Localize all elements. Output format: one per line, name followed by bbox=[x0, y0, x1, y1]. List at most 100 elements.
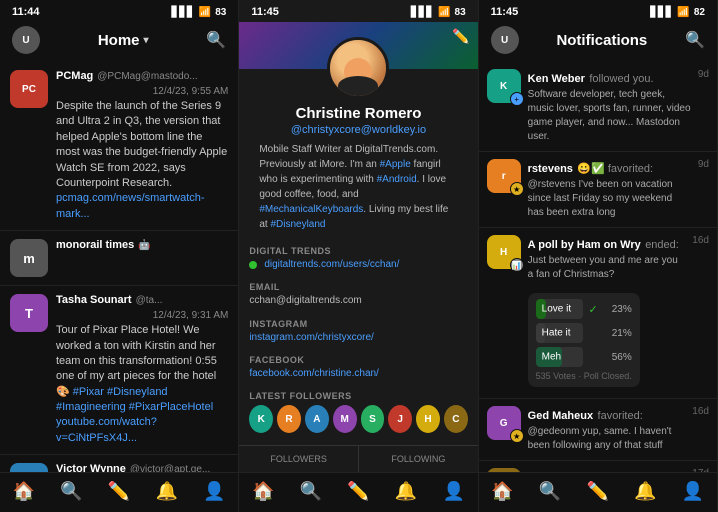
notif-avatar-ken[interactable]: K + bbox=[487, 69, 521, 103]
time-home: 11:44 bbox=[12, 6, 40, 18]
mention[interactable]: #Apple bbox=[380, 159, 411, 170]
feed-meta: monorail times 🤖 bbox=[56, 239, 228, 251]
follower-avatar[interactable]: A bbox=[305, 405, 329, 433]
profile-stats: FOLLOWERS FOLLOWING bbox=[239, 445, 477, 472]
followers-stat[interactable]: FOLLOWERS bbox=[239, 446, 358, 472]
poll-pct: 23% bbox=[604, 304, 632, 315]
avatar-tasha[interactable]: T bbox=[10, 294, 48, 332]
hashtag[interactable]: #Disneyland bbox=[270, 219, 325, 230]
poll-option-label: Love it bbox=[542, 304, 571, 315]
digital-trends-link[interactable]: digitaltrends.com/users/cchan/ bbox=[249, 259, 467, 270]
follower-avatar[interactable]: R bbox=[277, 405, 301, 433]
poll-badge-icon: 📊 bbox=[510, 258, 524, 272]
nav-search-icon[interactable]: 🔍 bbox=[60, 481, 82, 502]
notif-time: 16d bbox=[692, 406, 709, 417]
profile-handle: @christyxcore@worldkey.io bbox=[251, 124, 465, 136]
check-icon: ✓ bbox=[589, 303, 598, 316]
nav-compose-icon[interactable]: ✏️ bbox=[108, 481, 130, 502]
nav-profile-icon[interactable]: 👤 bbox=[203, 481, 225, 502]
nav-compose-icon[interactable]: ✏️ bbox=[587, 481, 609, 502]
notif-detail: Just between you and me are you a fan of… bbox=[528, 254, 686, 282]
notif-name: A poll by Ham on Wry bbox=[528, 239, 641, 251]
following-stat[interactable]: FOLLOWING bbox=[359, 446, 478, 472]
notif-avatar-joe1[interactable]: J ★ bbox=[487, 468, 521, 472]
nav-home-icon[interactable]: 🏠 bbox=[252, 481, 274, 502]
avatar-victor[interactable]: V bbox=[10, 463, 48, 472]
no-check-icon: ✓ bbox=[589, 327, 598, 340]
nav-home-icon[interactable]: 🏠 bbox=[491, 481, 513, 502]
notif-avatar-ham[interactable]: H 📊 bbox=[487, 235, 521, 269]
search-icon[interactable]: 🔍 bbox=[685, 30, 705, 50]
follower-avatar[interactable]: H bbox=[416, 405, 440, 433]
notif-item: K + Ken Weber followed you. Software dev… bbox=[479, 62, 717, 152]
nav-search-icon[interactable]: 🔍 bbox=[300, 481, 322, 502]
poll-option-label: Hate it bbox=[542, 328, 571, 339]
follower-avatars: K R A M S J H C bbox=[249, 405, 467, 433]
signal-icon: ▋▋▋ bbox=[411, 7, 434, 18]
user-avatar-home[interactable]: U bbox=[12, 26, 40, 54]
home-title: Home bbox=[98, 32, 140, 49]
follower-avatar[interactable]: C bbox=[444, 405, 468, 433]
notif-header: Ken Weber followed you. bbox=[528, 69, 691, 87]
notif-name: Ged Maheux bbox=[528, 410, 593, 422]
avatar-monorail[interactable]: m bbox=[10, 239, 48, 277]
notif-action: ended: bbox=[645, 239, 679, 251]
poll-pct: 21% bbox=[604, 328, 632, 339]
notif-header: Ged Maheux favorited: bbox=[528, 406, 686, 424]
status-icons-profile: ▋▋▋ 📶 83 bbox=[411, 7, 466, 18]
feed-link[interactable]: youtube.com/watch?v=CiNtPFsX4J... bbox=[56, 416, 157, 443]
nav-search-icon[interactable]: 🔍 bbox=[539, 481, 561, 502]
nav-notifications-icon[interactable]: 🔔 bbox=[156, 481, 178, 502]
feed-scroll: PC PCMag @PCMag@mastodo... 12/4/23, 9:55… bbox=[0, 62, 238, 472]
avatar-pcmag[interactable]: PC bbox=[10, 70, 48, 108]
nav-profile-icon[interactable]: 👤 bbox=[682, 481, 704, 502]
notif-avatar-ged[interactable]: G ★ bbox=[487, 406, 521, 440]
nav-notifications-icon[interactable]: 🔔 bbox=[634, 481, 656, 502]
home-title-wrap[interactable]: Home ▾ bbox=[98, 32, 149, 49]
follower-avatar[interactable]: S bbox=[361, 405, 385, 433]
latest-followers-label: LATEST FOLLOWERS bbox=[249, 391, 467, 401]
edit-icon[interactable]: ✏️ bbox=[452, 28, 469, 45]
feed-link[interactable]: pcmag.com/news/smartwatch-mark... bbox=[56, 192, 205, 219]
wifi-icon: 📶 bbox=[199, 7, 211, 18]
avatar-image bbox=[330, 40, 386, 96]
wifi-icon: 📶 bbox=[677, 7, 689, 18]
hashtag[interactable]: #PixarPlaceHotel bbox=[129, 401, 213, 413]
time-notif: 11:45 bbox=[491, 6, 519, 18]
profile-avatar-wrap bbox=[327, 37, 389, 99]
green-dot-icon bbox=[249, 261, 257, 269]
digital-trends-url: digitaltrends.com/users/cchan/ bbox=[264, 259, 399, 270]
notif-scroll: K + Ken Weber followed you. Software dev… bbox=[479, 62, 717, 472]
avatar-letter: V bbox=[10, 463, 48, 472]
instagram-link[interactable]: instagram.com/christyxcore/ bbox=[249, 332, 467, 343]
nav-home-icon[interactable]: 🏠 bbox=[13, 481, 35, 502]
user-avatar-notif[interactable]: U bbox=[491, 26, 519, 54]
hashtag[interactable]: #Disneyland bbox=[107, 386, 168, 398]
notif-item: r ★ rstevens 😀✅ favorited: @rstevens I'v… bbox=[479, 152, 717, 228]
facebook-label: FACEBOOK bbox=[249, 355, 467, 365]
avatar-letter: T bbox=[10, 294, 48, 332]
facebook-link[interactable]: facebook.com/christine.chan/ bbox=[249, 368, 467, 379]
hashtag[interactable]: #Pixar bbox=[73, 386, 104, 398]
nav-profile-icon[interactable]: 👤 bbox=[443, 481, 465, 502]
nav-notifications-icon[interactable]: 🔔 bbox=[395, 481, 417, 502]
verified-icon: 🤖 bbox=[138, 240, 150, 251]
digital-trends-section: DIGITAL TRENDS digitaltrends.com/users/c… bbox=[239, 240, 477, 276]
hashtag[interactable]: #Android bbox=[377, 174, 417, 185]
poll-bar-meh: Meh bbox=[536, 347, 583, 367]
follower-avatar[interactable]: J bbox=[388, 405, 412, 433]
hashtag[interactable]: #MechanicalKeyboards bbox=[259, 204, 363, 215]
battery-notif: 82 bbox=[694, 7, 705, 18]
notif-action: followed you. bbox=[589, 73, 653, 85]
nav-compose-icon[interactable]: ✏️ bbox=[347, 481, 369, 502]
follower-avatar[interactable]: M bbox=[333, 405, 357, 433]
profile-avatar[interactable] bbox=[327, 37, 389, 99]
bottom-nav-profile: 🏠 🔍 ✏️ 🔔 👤 bbox=[239, 472, 477, 512]
follower-avatar[interactable]: K bbox=[249, 405, 273, 433]
feed-time: 12/4/23, 9:55 AM bbox=[153, 86, 229, 97]
facebook-section: FACEBOOK facebook.com/christine.chan/ bbox=[239, 349, 477, 385]
search-icon[interactable]: 🔍 bbox=[206, 30, 226, 50]
hashtag[interactable]: #Imagineering bbox=[56, 401, 126, 413]
feed-time: 12/4/23, 9:31 AM bbox=[153, 310, 229, 321]
notif-avatar-rstevens[interactable]: r ★ bbox=[487, 159, 521, 193]
